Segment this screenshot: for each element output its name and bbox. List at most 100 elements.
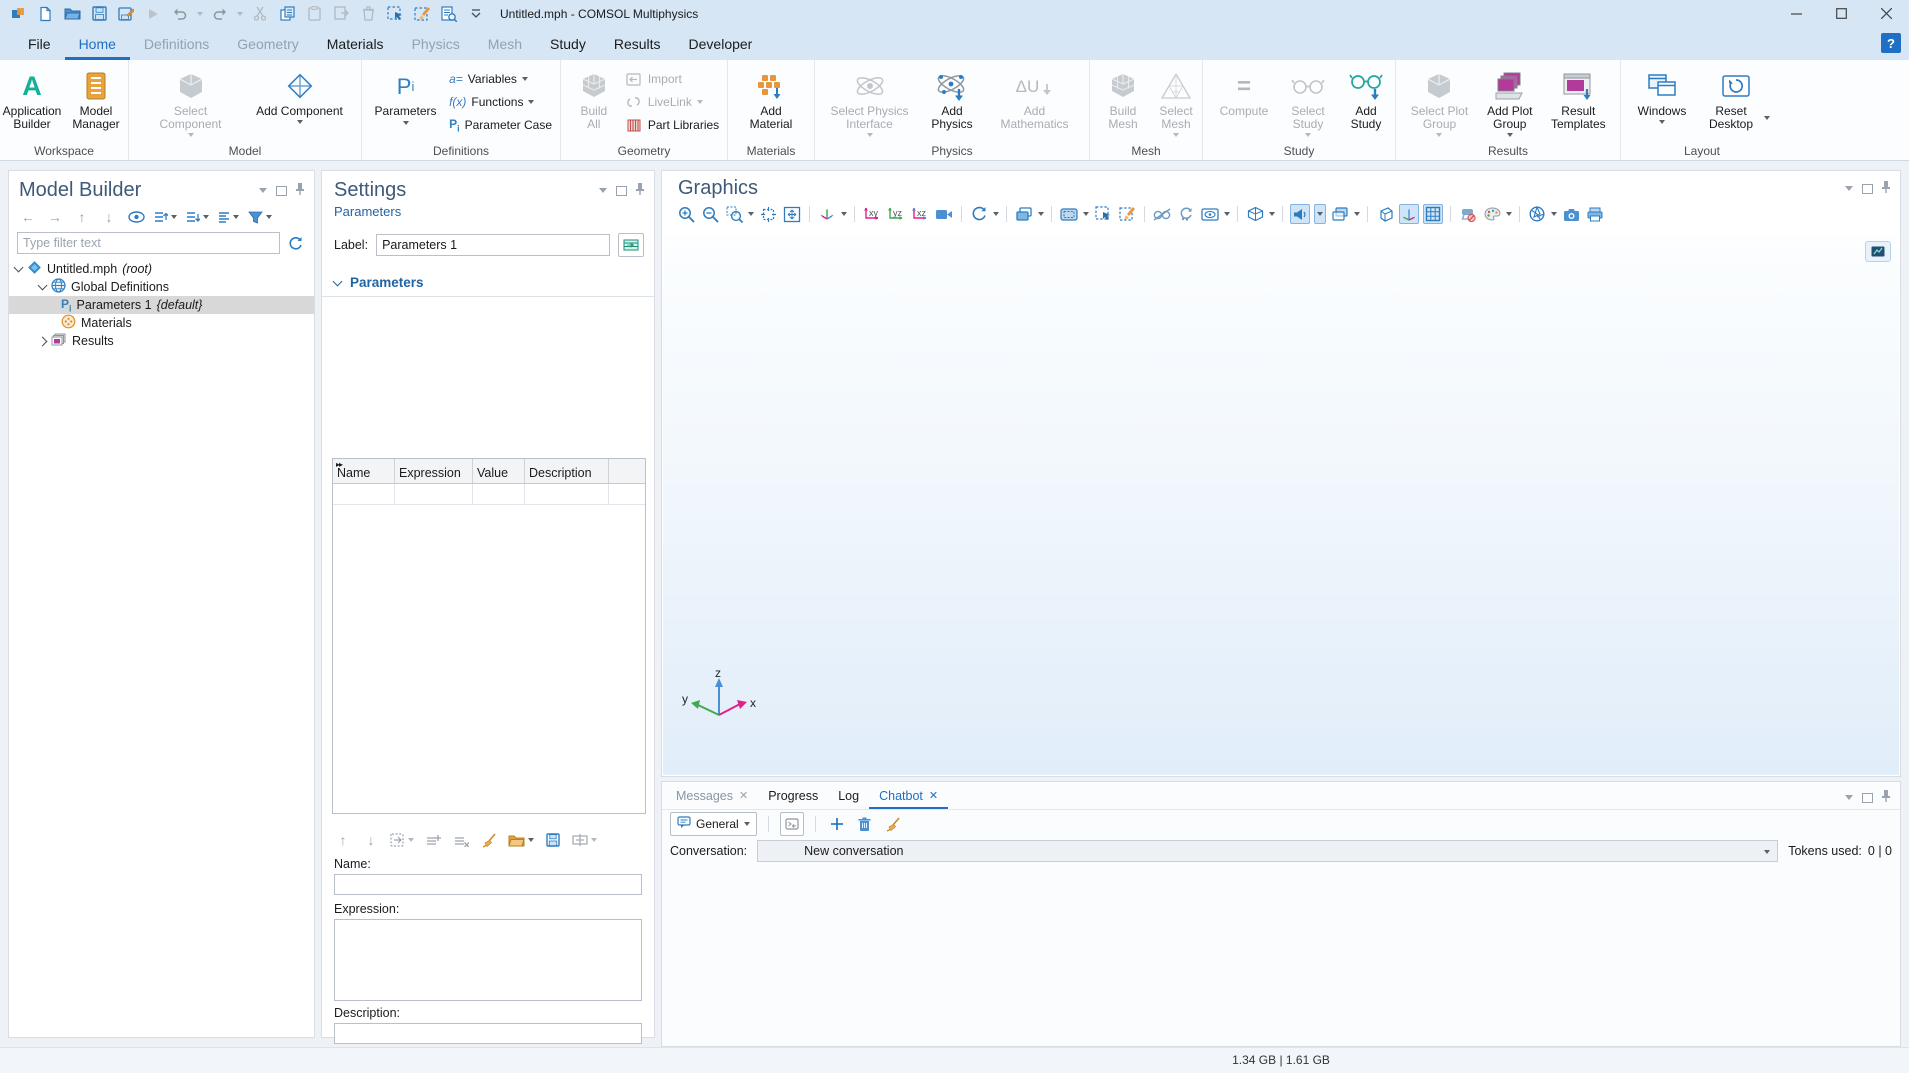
- tree-filter-input[interactable]: [17, 232, 280, 254]
- scene-bounds-icon[interactable]: [1375, 204, 1395, 224]
- tree-item-root[interactable]: Untitled.mph (root): [9, 260, 314, 278]
- tab-log[interactable]: Log: [828, 782, 869, 809]
- windows-button[interactable]: Windows: [1629, 65, 1695, 124]
- panel-float-icon[interactable]: [616, 186, 627, 196]
- go-to-xy-view-icon[interactable]: xy: [862, 204, 882, 224]
- rename-label-icon[interactable]: [618, 233, 644, 257]
- tree-item-global-definitions[interactable]: Global Definitions: [9, 278, 314, 296]
- transparency-dropdown-icon[interactable]: [1354, 212, 1360, 216]
- graphics-canvas[interactable]: z y x: [663, 235, 1899, 775]
- add-study-button[interactable]: Add Study: [1339, 65, 1393, 131]
- new-conversation-icon[interactable]: [827, 814, 847, 834]
- save-to-file-icon[interactable]: [544, 831, 562, 849]
- copy-icon[interactable]: [277, 4, 297, 24]
- sound-icon[interactable]: [1290, 204, 1310, 224]
- image-settings-dropdown-icon[interactable]: [1083, 212, 1089, 216]
- open-file-icon[interactable]: [62, 4, 82, 24]
- close-button[interactable]: [1864, 0, 1909, 27]
- tab-geometry[interactable]: Geometry: [223, 27, 312, 60]
- add-material-button[interactable]: Add Material: [736, 65, 806, 131]
- sound-dropdown-icon[interactable]: [1314, 204, 1326, 224]
- close-tab-icon[interactable]: ✕: [739, 789, 748, 802]
- conversation-select[interactable]: New conversation: [757, 840, 1778, 862]
- deselect-icon[interactable]: [412, 4, 432, 24]
- show-axes-icon[interactable]: [1399, 204, 1419, 224]
- parameters-table[interactable]: ▸▸ Name Expression Value Description: [332, 458, 646, 814]
- add-physics-button[interactable]: Add Physics: [918, 65, 986, 131]
- application-builder-button[interactable]: A Application Builder: [1, 65, 63, 131]
- parameter-case-button[interactable]: Pi Parameter Case: [449, 115, 552, 135]
- visibility-settings-icon[interactable]: [1200, 204, 1220, 224]
- transparency-icon[interactable]: [1330, 204, 1350, 224]
- image-snapshot-settings-icon[interactable]: [1059, 204, 1079, 224]
- scene-light-icon[interactable]: [1458, 204, 1478, 224]
- go-to-yz-view-icon[interactable]: yz: [886, 204, 906, 224]
- tab-study[interactable]: Study: [536, 27, 600, 60]
- save-as-icon[interactable]: [116, 4, 136, 24]
- collapse-chevron-icon[interactable]: [14, 263, 24, 273]
- tree-item-results[interactable]: Results: [9, 332, 314, 350]
- tab-materials[interactable]: Materials: [313, 27, 398, 60]
- zoom-extents-icon[interactable]: [758, 204, 778, 224]
- collapse-chevron-icon[interactable]: [38, 281, 48, 291]
- plot-context-button[interactable]: [1865, 241, 1891, 262]
- screenshot-icon[interactable]: [1561, 204, 1581, 224]
- tab-progress[interactable]: Progress: [758, 782, 828, 809]
- panel-menu-icon[interactable]: [259, 188, 267, 193]
- fit-window-icon[interactable]: [782, 204, 802, 224]
- panel-pin-icon[interactable]: [636, 183, 644, 198]
- wireframe-icon[interactable]: [1245, 204, 1265, 224]
- scene-layers-icon[interactable]: [1014, 204, 1034, 224]
- panel-float-icon[interactable]: [276, 186, 287, 196]
- parameters-button[interactable]: Pi Parameters: [370, 65, 441, 125]
- tab-physics[interactable]: Physics: [398, 27, 474, 60]
- print-icon[interactable]: [1585, 204, 1605, 224]
- redo-icon[interactable]: [210, 4, 230, 24]
- tab-chatbot[interactable]: Chatbot✕: [869, 782, 948, 809]
- environment-dropdown-icon[interactable]: [1551, 212, 1557, 216]
- tab-results[interactable]: Results: [600, 27, 675, 60]
- select-box-icon[interactable]: [1093, 204, 1113, 224]
- column-header-description[interactable]: Description: [525, 459, 609, 483]
- name-input[interactable]: [334, 874, 642, 895]
- panel-menu-icon[interactable]: [1845, 186, 1853, 191]
- show-prompt-button[interactable]: [780, 812, 804, 836]
- model-manager-button[interactable]: Model Manager: [65, 65, 127, 131]
- close-tab-icon[interactable]: ✕: [929, 789, 938, 802]
- maximize-button[interactable]: [1819, 0, 1864, 27]
- description-input[interactable]: [334, 1023, 642, 1044]
- view-orientation-icon[interactable]: [817, 204, 837, 224]
- forward-icon[interactable]: →: [46, 208, 64, 226]
- part-libraries-button[interactable]: Part Libraries: [625, 115, 719, 135]
- expand-chevron-icon[interactable]: [38, 336, 48, 346]
- undo-icon[interactable]: [170, 4, 190, 24]
- scene-layers-dropdown-icon[interactable]: [1038, 212, 1044, 216]
- delete-row-icon[interactable]: [452, 831, 470, 849]
- hide-objects-icon[interactable]: [1152, 204, 1172, 224]
- tab-definitions[interactable]: Definitions: [130, 27, 223, 60]
- undo-dropdown-icon[interactable]: [197, 12, 203, 16]
- panel-menu-icon[interactable]: [599, 188, 607, 193]
- new-file-icon[interactable]: [35, 4, 55, 24]
- clear-conversation-broom-icon[interactable]: [883, 814, 903, 834]
- minimize-button[interactable]: [1774, 0, 1819, 27]
- zoom-box-icon[interactable]: [724, 204, 744, 224]
- refresh-filter-icon[interactable]: [286, 234, 304, 252]
- parameters-section-header[interactable]: Parameters: [322, 257, 654, 296]
- delete-conversation-icon[interactable]: [855, 814, 875, 834]
- find-icon[interactable]: [439, 4, 459, 24]
- panel-pin-icon[interactable]: [1882, 790, 1890, 805]
- row-up-icon[interactable]: ↑: [334, 831, 352, 849]
- collapse-all-button[interactable]: [186, 211, 209, 224]
- wireframe-dropdown-icon[interactable]: [1269, 212, 1275, 216]
- reset-desktop-button[interactable]: Reset Desktop: [1697, 65, 1775, 131]
- panel-pin-icon[interactable]: [1882, 181, 1890, 196]
- general-mode-button[interactable]: General: [670, 812, 757, 836]
- column-header-value[interactable]: Value: [473, 459, 525, 483]
- rotate-dropdown-icon[interactable]: [993, 212, 999, 216]
- tab-mesh[interactable]: Mesh: [474, 27, 536, 60]
- zoom-in-icon[interactable]: [676, 204, 696, 224]
- back-icon[interactable]: ←: [19, 208, 37, 226]
- panel-menu-icon[interactable]: [1845, 795, 1853, 800]
- move-up-icon[interactable]: ↑: [73, 208, 91, 226]
